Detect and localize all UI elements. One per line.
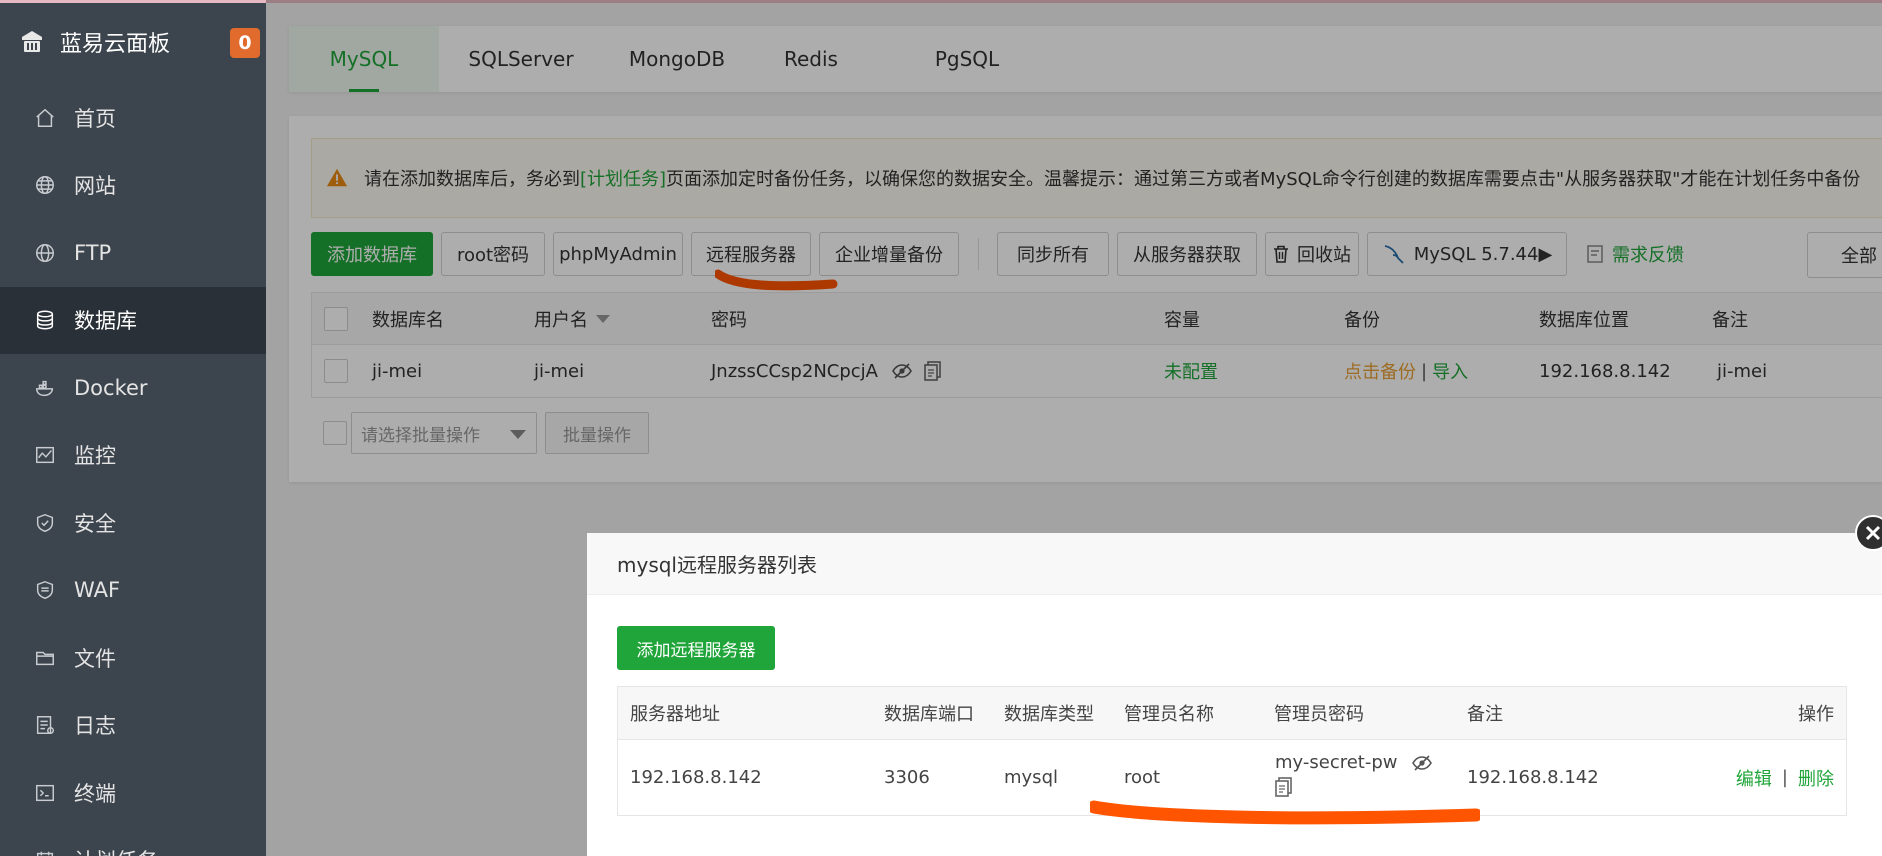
- globe-icon: [34, 174, 56, 196]
- sidebar-item-terminal[interactable]: 终端: [0, 759, 266, 827]
- sidebar-item-waf[interactable]: WAF: [0, 557, 266, 625]
- server-address-cell: 192.168.8.142: [630, 767, 762, 788]
- col-remark: 备注: [1467, 704, 1503, 725]
- col-server-address: 服务器地址: [630, 704, 720, 725]
- add-remote-server-button[interactable]: 添加远程服务器: [617, 626, 775, 670]
- brand-title: 蓝易云面板: [60, 32, 171, 57]
- sidebar-item-label: 文件: [74, 646, 116, 671]
- sidebar-item-logs[interactable]: 日志: [0, 692, 266, 760]
- remark-cell: 192.168.8.142: [1467, 767, 1599, 788]
- docker-icon: [34, 377, 56, 399]
- sidebar-item-label: 监控: [74, 444, 116, 469]
- sidebar-item-schedule[interactable]: 计划任务: [0, 827, 266, 856]
- copy-icon[interactable]: [1275, 777, 1293, 797]
- sidebar-item-label: 网站: [74, 174, 116, 199]
- home-icon: [34, 107, 56, 129]
- shield-icon: [34, 512, 56, 534]
- sidebar-item-label: Docker: [74, 375, 148, 400]
- sidebar-item-database[interactable]: 数据库: [0, 286, 266, 354]
- db-type-cell: mysql: [1004, 767, 1058, 788]
- link-separator: |: [1781, 767, 1788, 788]
- sidebar-item-home[interactable]: 首页: [0, 84, 266, 152]
- sidebar-item-files[interactable]: 文件: [0, 624, 266, 692]
- schedule-icon: [34, 849, 56, 856]
- col-actions: 操作: [1798, 704, 1834, 725]
- database-icon: [34, 309, 56, 331]
- waf-icon: [34, 579, 56, 601]
- sidebar-item-label: 计划任务: [74, 845, 158, 856]
- sidebar-item-security[interactable]: 安全: [0, 489, 266, 557]
- annotation-underline: [1090, 800, 1480, 825]
- sidebar-item-label: 日志: [74, 714, 116, 739]
- col-db-port: 数据库端口: [884, 704, 974, 725]
- brand[interactable]: 蓝易云面板 0: [0, 0, 266, 84]
- panel-logo-icon: [22, 31, 42, 52]
- remote-table-header: 服务器地址 数据库端口 数据库类型 管理员名称 管理员密码 备注 操作: [617, 686, 1847, 739]
- sidebar-item-label: 安全: [74, 511, 116, 536]
- col-db-type: 数据库类型: [1004, 704, 1094, 725]
- delete-link[interactable]: 删除: [1798, 765, 1834, 791]
- sidebar-item-label: 首页: [74, 106, 116, 131]
- sidebar-item-label: WAF: [74, 578, 121, 603]
- ftp-globe-icon: [34, 242, 56, 264]
- col-admin-name: 管理员名称: [1124, 704, 1214, 725]
- edit-link[interactable]: 编辑: [1736, 765, 1772, 791]
- port-cell: 3306: [884, 767, 930, 788]
- sidebar: 蓝易云面板 0 首页 网站 FTP 数据库 Docker 监控 安全 WAF 文…: [0, 0, 266, 856]
- terminal-icon: [34, 782, 56, 804]
- sidebar-item-label: FTP: [74, 240, 112, 265]
- admin-password-value: my-secret-pw: [1275, 752, 1398, 773]
- actions-cell: 编辑 | 删除: [1736, 740, 1834, 815]
- log-icon: [34, 714, 56, 736]
- monitor-icon: [34, 444, 56, 466]
- sidebar-item-ftp[interactable]: FTP: [0, 219, 266, 287]
- col-admin-password: 管理员密码: [1274, 704, 1364, 725]
- modal-title: mysql远程服务器列表: [587, 533, 1882, 595]
- sidebar-item-website[interactable]: 网站: [0, 152, 266, 220]
- sidebar-item-docker[interactable]: Docker: [0, 354, 266, 422]
- sidebar-item-monitor[interactable]: 监控: [0, 422, 266, 490]
- notification-badge[interactable]: 0: [230, 28, 260, 58]
- sidebar-item-label: 终端: [74, 781, 116, 806]
- toggle-visibility-icon[interactable]: [1411, 754, 1432, 771]
- folder-icon: [34, 647, 56, 669]
- sidebar-item-label: 数据库: [74, 309, 137, 334]
